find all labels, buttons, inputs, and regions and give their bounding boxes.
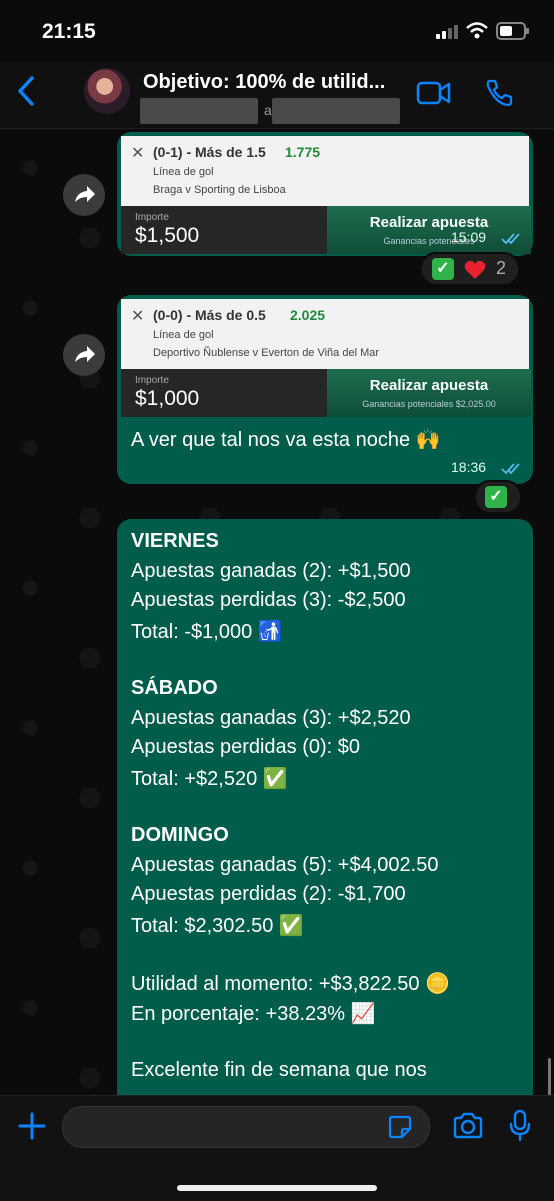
summary-line: Apuestas perdidas (2): -$1,700 [131, 883, 406, 905]
message-time: 18:36 [451, 459, 487, 475]
message-time: 15:09 [451, 229, 487, 245]
importe-value: $1,000 [135, 387, 200, 410]
wifi-icon [466, 22, 488, 39]
read-receipt-icon [501, 233, 520, 245]
video-call-icon[interactable] [416, 80, 452, 106]
heart-emoji-icon [464, 260, 486, 279]
group-avatar[interactable] [84, 68, 130, 114]
summary-line: Total: +$2,520 ✅ [131, 768, 288, 790]
importe-label: Importe [135, 212, 169, 223]
summary-line: Total: $2,302.50 ✅ [131, 915, 304, 937]
summary-line: En porcentaje: +38.23% 📈 [131, 1003, 376, 1025]
place-bet-button: Realizar apuesta Ganancias potenciales $… [327, 369, 531, 417]
bet-market: (0-0) - Más de 0.5 [153, 307, 266, 323]
bet-message[interactable]: ✕ (0-0) - Más de 0.5 2.025 Línea de gol … [117, 295, 533, 484]
signal-icon [436, 25, 458, 39]
summary-line: Apuestas ganadas (2): +$1,500 [131, 560, 411, 582]
forward-button[interactable] [63, 174, 105, 216]
chat-title[interactable]: Objetivo: 100% de utilid... [143, 71, 405, 94]
importe-value: $1,500 [135, 224, 200, 247]
redacted-block [272, 98, 400, 124]
scrollbar[interactable] [548, 1058, 551, 1095]
phone-call-icon[interactable] [484, 78, 514, 108]
summary-line: Excelente fin de semana que nos [131, 1059, 427, 1081]
forward-button[interactable] [63, 334, 105, 376]
summary-line: Utilidad al momento: +$3,822.50 🪙 [131, 973, 450, 995]
bet-match: Braga v Sporting de Lisboa [153, 184, 286, 196]
camera-icon[interactable] [452, 1112, 484, 1140]
microphone-icon[interactable] [508, 1109, 532, 1143]
back-chevron-icon[interactable] [14, 74, 38, 108]
check-mark-emoji-icon: ✓ [432, 258, 454, 280]
bet-odds: 1.775 [285, 144, 321, 160]
bet-amount-row: Importe $1,000 Realizar apuesta Ganancia… [121, 369, 531, 417]
day-heading: DOMINGO [131, 824, 229, 846]
plus-icon[interactable] [18, 1112, 46, 1140]
importe-label: Importe [135, 375, 169, 386]
day-heading: VIERNES [131, 530, 219, 552]
bet-match: Deportivo Ñublense v Everton de Viña del… [153, 347, 380, 359]
summary-line: Apuestas perdidas (0): $0 [131, 736, 361, 758]
message-composer [0, 1095, 554, 1201]
forward-icon [75, 186, 95, 202]
message-input[interactable] [62, 1106, 430, 1148]
place-bet-label: Realizar apuesta [369, 377, 489, 394]
battery-icon [496, 22, 529, 40]
close-icon: ✕ [131, 145, 145, 162]
forward-icon [75, 346, 95, 362]
place-bet-button: Realizar apuesta Ganancias potenciales [327, 206, 531, 254]
status-bar: 21:15 [0, 0, 554, 62]
bet-odds: 2.025 [290, 307, 326, 323]
reaction-count: 2 [496, 258, 507, 278]
status-time: 21:15 [42, 20, 96, 43]
chat-header: Objetivo: 100% de utilid... a [0, 62, 554, 129]
summary-message[interactable]: VIERNES Apuestas ganadas (2): +$1,500 Ap… [117, 519, 533, 1095]
bet-type: Línea de gol [153, 329, 214, 341]
message-reactions[interactable]: ✓ [474, 480, 522, 514]
chat-area[interactable]: ✕ (0-1) - Más de 1.5 1.775 Línea de gol … [0, 128, 554, 1095]
day-heading: SÁBADO [131, 677, 218, 699]
check-mark-emoji-icon: ✓ [485, 486, 507, 508]
summary-line: Apuestas ganadas (5): +$4,002.50 [131, 854, 439, 876]
potential-winnings: Ganancias potenciales $2,025.00 [362, 399, 496, 409]
close-icon: ✕ [131, 308, 145, 325]
bet-slip-card: ✕ (0-0) - Más de 0.5 2.025 Línea de gol … [121, 299, 531, 417]
chat-subtitle: a [140, 98, 400, 124]
subtitle-fragment: a [264, 102, 272, 118]
summary-line: Total: -$1,000 🚮 [131, 621, 283, 643]
bet-message[interactable]: ✕ (0-1) - Más de 1.5 1.775 Línea de gol … [117, 132, 533, 256]
redacted-block [140, 98, 258, 124]
bet-market: (0-1) - Más de 1.5 [153, 144, 266, 160]
message-caption: A ver que tal nos va esta noche 🙌 [131, 429, 441, 451]
place-bet-label: Realizar apuesta [369, 214, 489, 231]
sticker-icon[interactable] [388, 1115, 412, 1139]
read-receipt-icon [501, 463, 520, 475]
summary-line: Apuestas perdidas (3): -$2,500 [131, 589, 406, 611]
bet-type: Línea de gol [153, 166, 214, 178]
summary-line: Apuestas ganadas (3): +$2,520 [131, 707, 411, 729]
message-reactions[interactable]: ✓ 2 [420, 252, 520, 286]
home-indicator [177, 1185, 377, 1191]
